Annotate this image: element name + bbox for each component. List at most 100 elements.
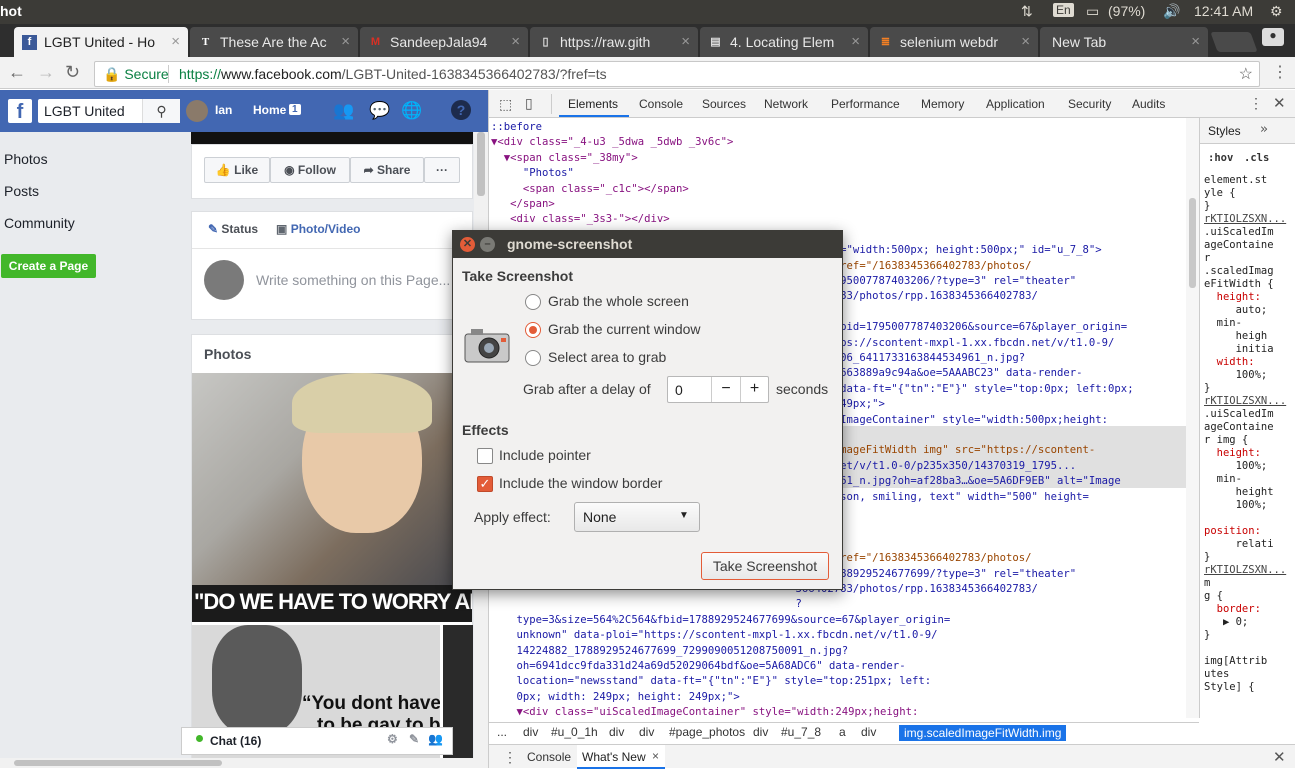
delay-value[interactable]: 0 [675,382,683,398]
tab-nyt[interactable]: T These Are the Ac × [190,27,358,57]
dom-line[interactable]: </span> [491,197,555,212]
minimize-window-icon[interactable]: – [480,237,495,252]
composer-input[interactable]: Write something on this Page... [256,272,450,288]
style-line[interactable]: min- [1204,317,1242,330]
follow-button[interactable]: ◉ Follow [270,157,350,183]
device-toolbar-icon[interactable]: ▯ [525,95,533,112]
close-tab-icon[interactable]: × [681,27,690,57]
styles-tab[interactable]: Styles [1208,125,1241,138]
style-line[interactable]: 100%; [1204,369,1268,382]
new-tab-button[interactable] [1210,32,1258,52]
tab-stackoverflow[interactable]: ≣ selenium webdr × [870,27,1038,57]
h-scrollbar-thumb[interactable] [14,760,222,766]
add-people-icon[interactable]: 👥 [428,732,443,746]
style-line[interactable]: .scaledImag [1204,265,1274,278]
close-tab-icon[interactable]: × [1021,27,1030,57]
dom-line[interactable]: <span class="_c1c"></span> [491,182,689,197]
dom-line[interactable]: ? [719,597,802,612]
photo-ellen[interactable]: "DO WE HAVE TO WORRY ABOUT [192,373,472,622]
close-tab-icon[interactable]: × [1191,27,1200,57]
style-line[interactable]: r img { [1204,434,1248,447]
dom-line[interactable]: <div class="_3s3-"></div> [491,212,669,227]
keyboard-layout-indicator[interactable]: En [1053,3,1074,17]
breadcrumb-item[interactable]: #u_0_1h [551,725,598,739]
leftnav-posts[interactable]: Posts [4,183,39,199]
settings-gear-icon[interactable]: ⚙ [1270,3,1283,20]
include-border-checkbox[interactable]: ✓ [477,476,493,492]
breadcrumb-item[interactable]: img.scaledImageFitWidth.img [899,725,1067,741]
tab-application[interactable]: Application [986,97,1045,111]
delay-spinbox[interactable]: 0 − + [667,376,769,403]
style-line[interactable]: auto; [1204,304,1268,317]
chat-bar[interactable]: Chat (16) ⚙ ✎ 👥 [181,727,453,755]
close-drawer-tab-icon[interactable]: × [652,749,659,763]
new-message-icon[interactable]: ✎ [409,732,419,746]
dom-line[interactable]: ▼<span class="_38my"> [491,151,638,166]
messenger-icon[interactable]: 💬 [369,101,390,121]
style-line[interactable]: .uiScaledIm [1204,226,1274,239]
drawer-menu-icon[interactable]: ⋮ [503,749,517,766]
devtools-menu-icon[interactable]: ⋮ [1249,95,1263,112]
style-line[interactable]: position: [1204,525,1261,538]
style-line[interactable]: .uiScaledIm [1204,408,1274,421]
close-tab-icon[interactable]: × [171,27,180,57]
drawer-tab-console[interactable]: Console [527,750,571,764]
style-line[interactable]: } [1204,551,1210,564]
clock[interactable]: 12:41 AM [1194,3,1253,19]
dom-line[interactable]: 0px; width: 249px; height: 249px;"> [491,690,740,705]
style-line[interactable]: rKTIOLZSXN... [1204,395,1286,408]
style-line[interactable]: heigh [1204,330,1268,343]
style-line[interactable]: ▶ 0; [1204,616,1248,629]
create-page-button[interactable]: Create a Page [1,254,96,278]
tab-memory[interactable]: Memory [921,97,964,111]
style-line[interactable]: g { [1204,590,1223,603]
dom-line[interactable]: oh=6941dcc9fda331d24a69d52029064bdf&oe=5… [491,659,906,674]
page-horizontal-scrollbar[interactable] [0,758,488,768]
style-line[interactable]: m [1204,577,1210,590]
option-whole-screen-label[interactable]: Grab the whole screen [548,293,689,309]
breadcrumb-item[interactable]: div [609,725,624,739]
help-icon[interactable]: ? [451,100,471,120]
tab-elements[interactable]: Elements [568,97,618,111]
network-arrows-icon[interactable]: ⇅ [1021,3,1033,20]
style-line[interactable]: border: [1204,603,1261,616]
tab-new-tab[interactable]: New Tab × [1040,27,1208,57]
browser-menu-icon[interactable]: ⋮ [1272,62,1288,82]
inspect-element-icon[interactable]: ⬚ [499,96,512,113]
scrollbar-thumb[interactable] [477,132,485,196]
chat-settings-icon[interactable]: ⚙ [387,732,398,746]
dom-line[interactable]: location="newsstand" data-ft="{"tn":"E"}… [491,674,932,689]
drawer-close-icon[interactable]: ✕ [1273,748,1286,766]
style-line[interactable]: yle { [1204,187,1236,200]
style-line[interactable]: } [1204,200,1210,213]
style-line[interactable]: height: [1204,447,1261,460]
devtools-close-icon[interactable]: ✕ [1273,94,1286,112]
style-line[interactable]: 100%; [1204,460,1268,473]
tab-audits[interactable]: Audits [1132,97,1165,111]
battery-percent[interactable]: (97%) [1108,3,1145,19]
user-avatar[interactable] [186,100,208,122]
tab-sources[interactable]: Sources [702,97,746,111]
style-line[interactable]: ageContaine [1204,239,1274,252]
breadcrumb-item[interactable]: a [839,725,846,739]
dom-line[interactable]: "Photos" [491,166,574,181]
hov-toggle[interactable]: :hov [1208,152,1233,165]
dom-scrollbar[interactable] [1186,118,1199,718]
leftnav-photos[interactable]: Photos [4,151,48,167]
breadcrumb-item[interactable]: #page_photos [669,725,745,739]
style-line[interactable]: ageContaine [1204,421,1274,434]
style-line[interactable]: width: [1204,356,1255,369]
tab-raw-github[interactable]: ▯ https://raw.gith × [530,27,698,57]
home-link[interactable]: Home [253,103,286,117]
reload-icon[interactable]: ↻ [65,62,80,83]
style-line[interactable]: initia [1204,343,1274,356]
take-screenshot-button[interactable]: Take Screenshot [701,552,829,580]
tab-locating-elements[interactable]: ▤ 4. Locating Elem × [700,27,868,57]
tab-network[interactable]: Network [764,97,808,111]
delay-decrement-button[interactable]: − [711,377,740,402]
breadcrumb-item[interactable]: div [523,725,538,739]
user-name-link[interactable]: Ian [215,103,232,117]
style-line[interactable]: } [1204,382,1210,395]
dom-line[interactable]: ▼<div class="uiScaledImageContainer" sty… [491,705,919,718]
style-line[interactable]: r [1204,252,1210,265]
